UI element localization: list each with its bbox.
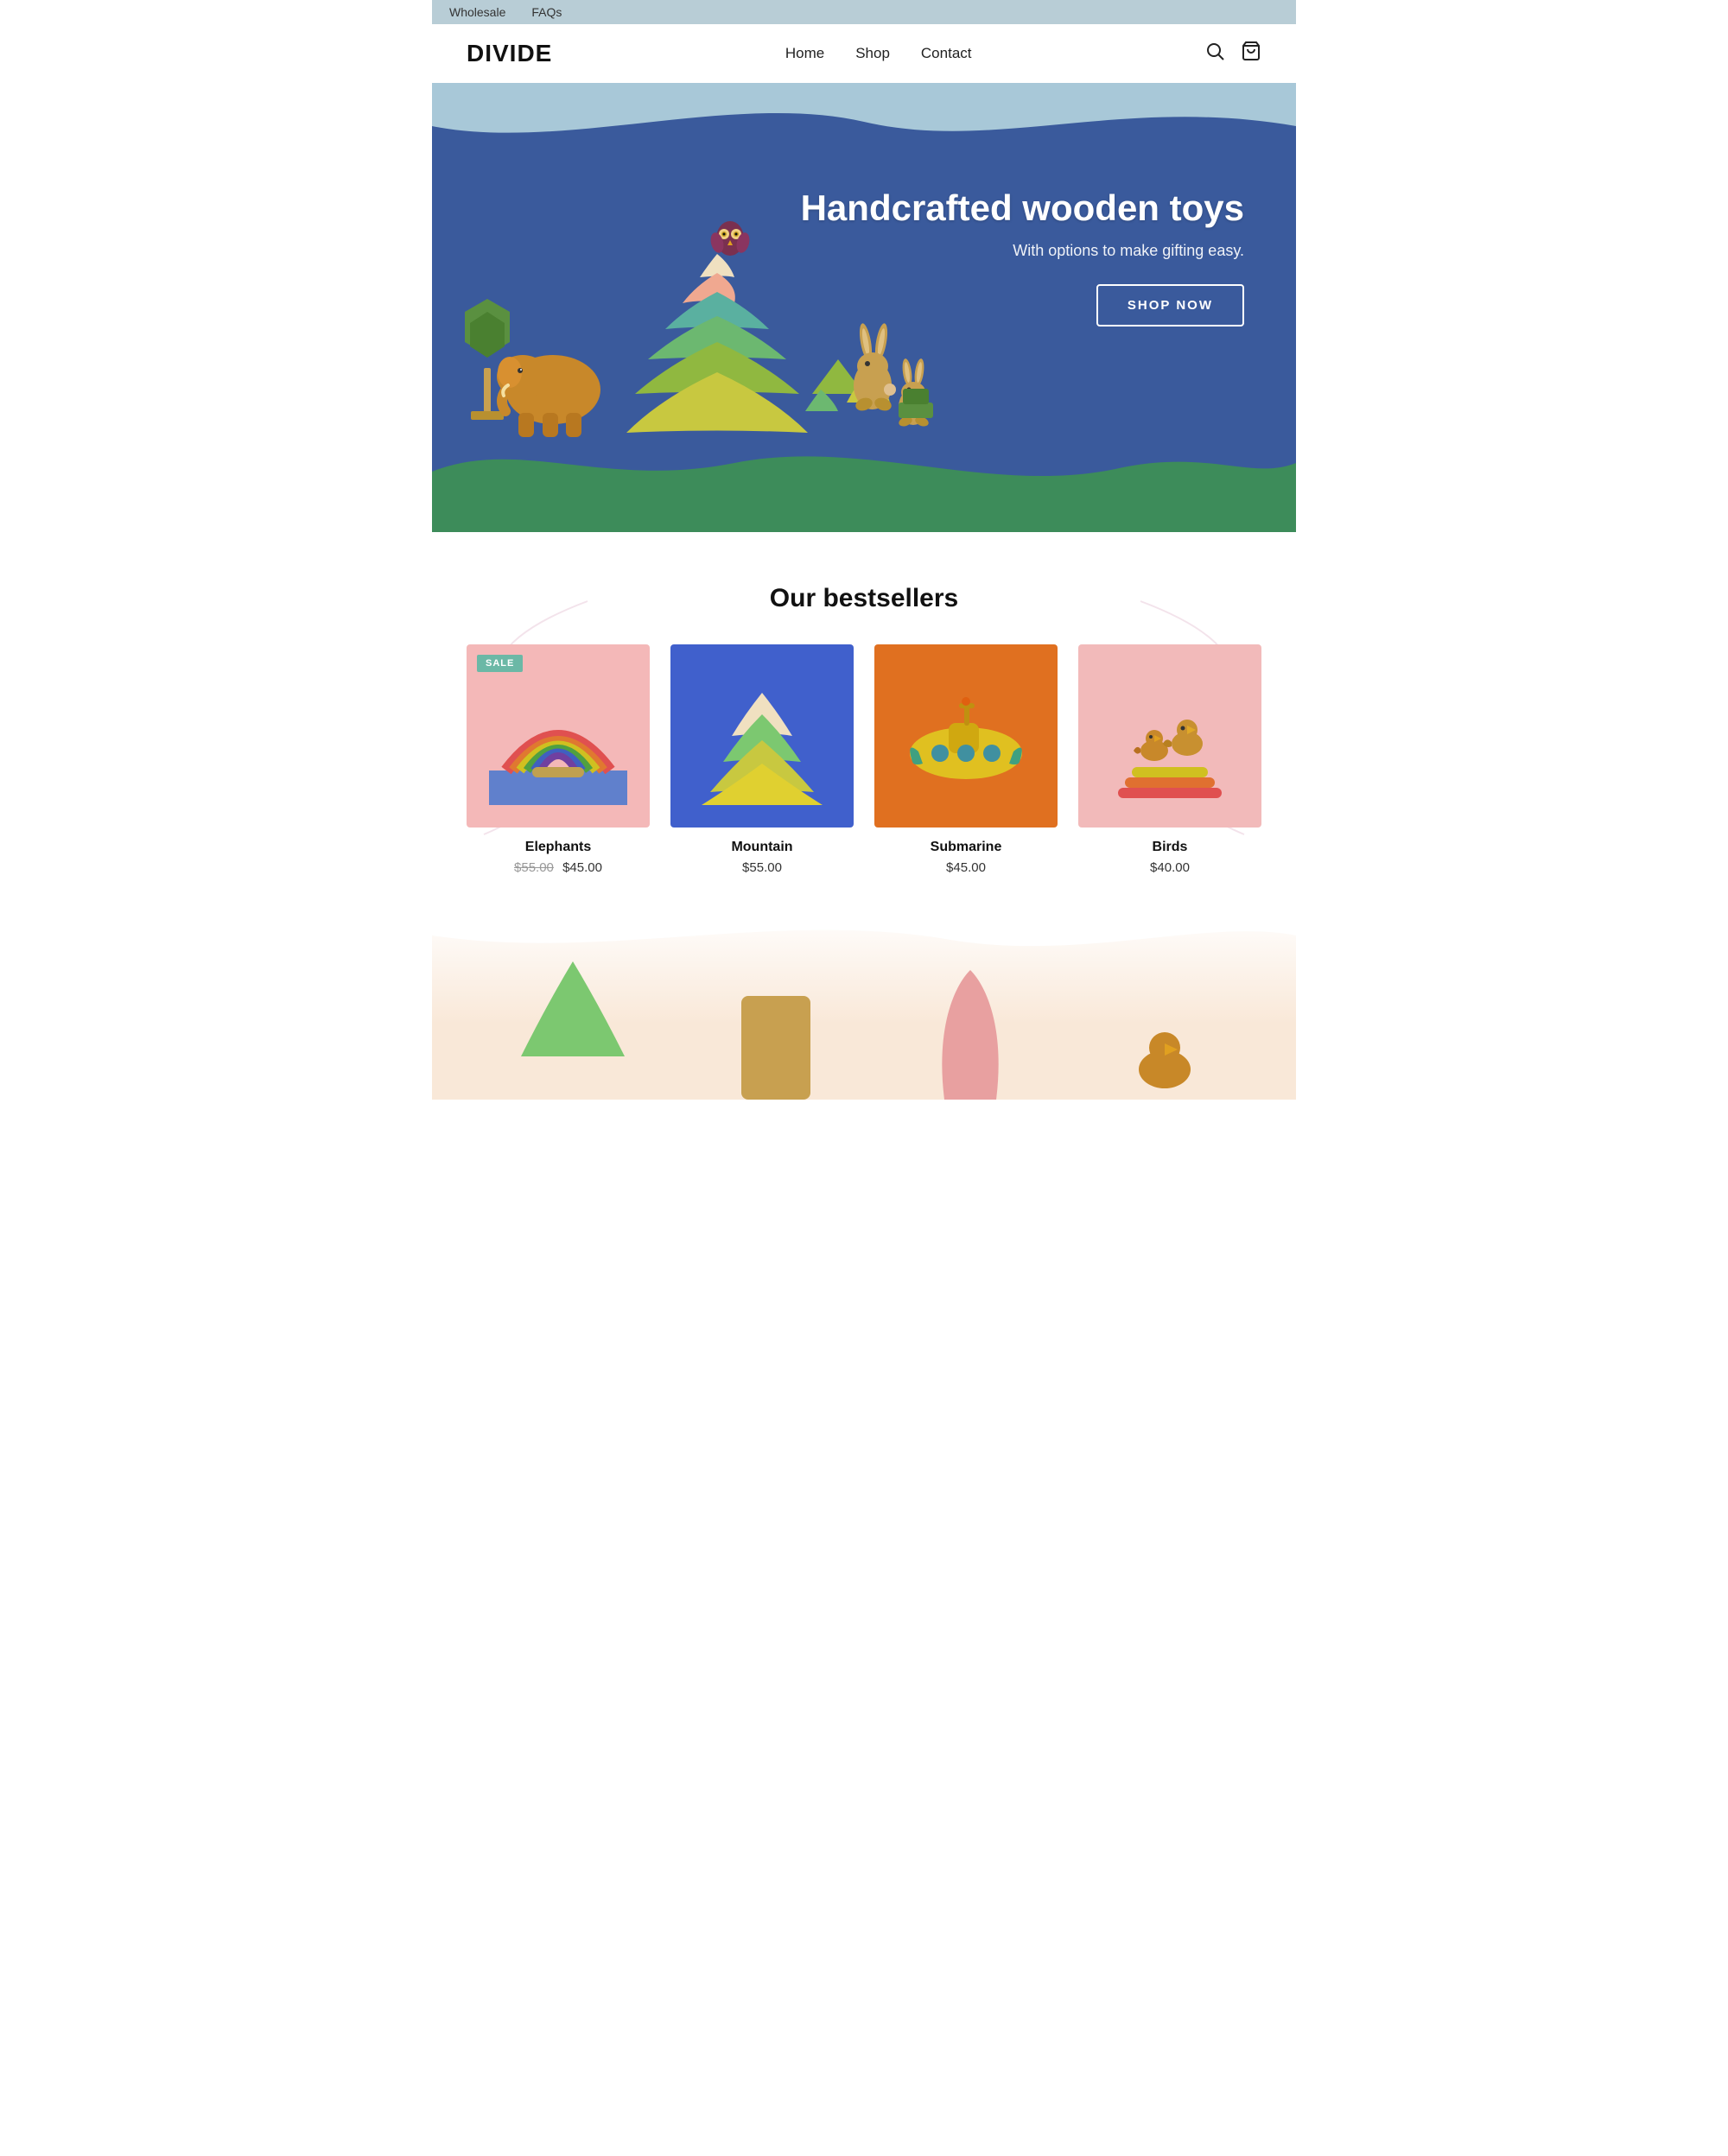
submarine-toy-svg [897, 667, 1035, 805]
topbar-faqs[interactable]: FAQs [531, 5, 562, 19]
header: DIVIDE Home Shop Contact [432, 24, 1296, 83]
mountain-stacker [626, 221, 808, 433]
price-3: $45.00 [946, 860, 986, 875]
nav-shop[interactable]: Shop [855, 45, 890, 62]
product-price-3: $45.00 [874, 860, 1058, 875]
elephant-toy [497, 355, 600, 437]
nav-contact[interactable]: Contact [921, 45, 972, 62]
price-2: $55.00 [742, 860, 782, 875]
cart-icon [1241, 41, 1261, 61]
product-price-1: $55.00 $45.00 [467, 860, 650, 875]
bottom-toy-3 [927, 944, 1013, 1100]
header-icons [1204, 41, 1261, 67]
product-image-placeholder-4 [1078, 644, 1261, 828]
sale-badge: SALE [477, 655, 523, 672]
nav-home[interactable]: Home [785, 45, 824, 62]
price-original-1: $55.00 [514, 860, 554, 875]
elephants-toy-svg [489, 667, 627, 805]
topbar-wholesale[interactable]: Wholesale [449, 5, 505, 19]
mountain-toy-svg [693, 667, 831, 805]
main-nav: Home Shop Contact [785, 45, 972, 62]
product-price-2: $55.00 [670, 860, 854, 875]
product-image-mountain [670, 644, 854, 828]
product-card-mountain[interactable]: Mountain $55.00 [670, 644, 854, 875]
product-image-elephants: SALE [467, 644, 650, 828]
product-image-placeholder-2 [670, 644, 854, 828]
search-button[interactable] [1204, 41, 1225, 67]
hero-section: Handcrafted wooden toys With options to … [432, 83, 1296, 532]
price-sale-1: $45.00 [562, 860, 602, 875]
shop-now-button[interactable]: SHOP NOW [1096, 284, 1244, 327]
top-bar: Wholesale FAQs [432, 0, 1296, 24]
bottom-toy-4 [1121, 1013, 1208, 1100]
product-price-4: $40.00 [1078, 860, 1261, 875]
bottom-teaser [432, 910, 1296, 1100]
bestsellers-section: Our bestsellers SALE [432, 532, 1296, 910]
bottom-toys [432, 944, 1296, 1100]
bottom-toy-1 [521, 944, 625, 1100]
logo[interactable]: DIVIDE [467, 40, 552, 67]
hero-headline: Handcrafted wooden toys [801, 187, 1244, 230]
search-icon [1204, 41, 1225, 61]
hero-subtext: With options to make gifting easy. [801, 242, 1244, 260]
product-name-2: Mountain [670, 840, 854, 855]
product-name-3: Submarine [874, 840, 1058, 855]
product-card-submarine[interactable]: Submarine $45.00 [874, 644, 1058, 875]
bottom-toy-2 [733, 944, 819, 1100]
price-4: $40.00 [1150, 860, 1190, 875]
cart-button[interactable] [1241, 41, 1261, 67]
birds-toy-svg [1101, 667, 1239, 805]
hero-text: Handcrafted wooden toys With options to … [801, 187, 1244, 327]
hero-wave-top [432, 83, 1296, 152]
product-image-placeholder-3 [874, 644, 1058, 828]
product-image-submarine [874, 644, 1058, 828]
product-image-birds [1078, 644, 1261, 828]
